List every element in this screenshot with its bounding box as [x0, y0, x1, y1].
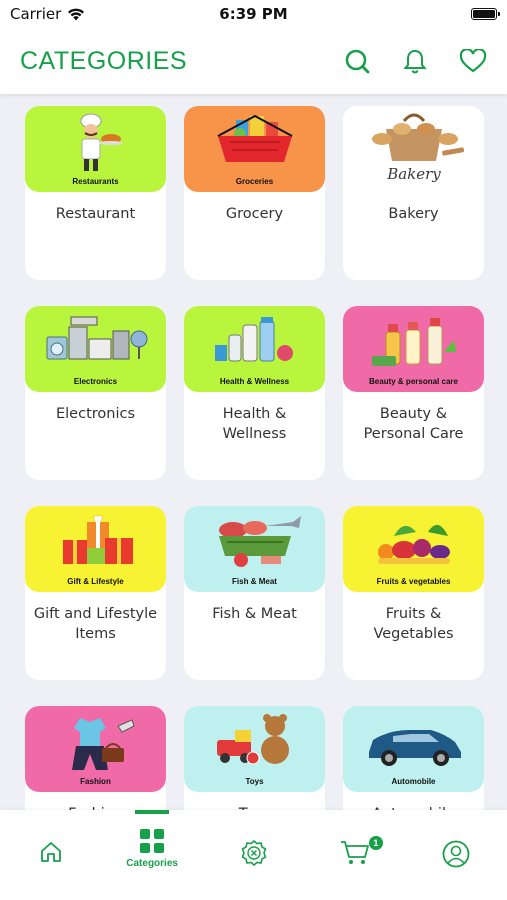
wifi-icon — [68, 8, 85, 20]
category-label: Toys — [184, 792, 325, 810]
beauty-products-illustration — [343, 306, 484, 380]
profile-icon — [442, 840, 470, 868]
fish-meat-illustration — [184, 506, 325, 580]
home-icon — [40, 842, 61, 862]
app-header: CATEGORIES — [0, 28, 507, 94]
battery-icon — [471, 8, 500, 20]
banner-caption: Fish & Meat — [232, 577, 277, 586]
category-card-toys[interactable]: Toys Toys — [184, 706, 325, 810]
page-title: CATEGORIES — [20, 46, 188, 75]
banner-caption: Toys — [245, 777, 264, 786]
search-icon[interactable] — [343, 47, 371, 75]
category-label: Bakery — [388, 206, 439, 222]
category-banner: Automobile — [343, 706, 484, 792]
category-label: Fashion — [25, 792, 166, 810]
fruits-vegetables-illustration — [343, 506, 484, 580]
category-banner: Groceries — [184, 106, 325, 192]
fashion-illustration — [25, 706, 166, 780]
category-grid: Restaurants Restaurant Groceries Grocery… — [25, 106, 484, 810]
carrier-label: Carrier — [10, 5, 62, 23]
bakery-logo-text: Bakery — [386, 165, 441, 183]
banner-caption: Groceries — [235, 177, 274, 186]
banner-caption: Gift & Lifestyle — [67, 577, 124, 586]
category-label: Gift and Lifestyle Items — [33, 606, 158, 642]
bottom-navigation: Categories 1 — [0, 810, 507, 900]
category-banner: Fruits & vegetables — [343, 506, 484, 592]
category-label: Automobile — [343, 792, 484, 810]
chef-illustration — [25, 106, 166, 180]
cart-icon — [340, 841, 369, 864]
car-illustration — [343, 706, 484, 780]
category-card-grocery[interactable]: Groceries Grocery — [184, 106, 325, 280]
category-banner: Bakery — [343, 106, 484, 192]
category-label: Fish & Meat — [212, 606, 297, 622]
status-time: 6:39 PM — [219, 5, 288, 23]
nav-home[interactable] — [0, 810, 101, 900]
category-label: Restaurant — [55, 206, 136, 222]
offer-badge-icon — [241, 840, 267, 866]
category-card-gift-lifestyle[interactable]: Gift & Lifestyle Gift and Lifestyle Item… — [25, 506, 166, 680]
category-banner: Fashion — [25, 706, 166, 792]
bakery-logo: Bakery — [343, 106, 484, 192]
banner-caption: Health & Wellness — [219, 377, 290, 386]
toys-illustration — [184, 706, 325, 780]
health-products-illustration — [184, 306, 325, 380]
nav-offers[interactable] — [203, 810, 304, 900]
category-banner: Toys — [184, 706, 325, 792]
grocery-basket-illustration — [184, 106, 325, 180]
nav-cart[interactable]: 1 — [304, 810, 405, 900]
bell-icon[interactable] — [401, 47, 429, 75]
category-card-bakery[interactable]: Bakery Bakery — [343, 106, 484, 280]
banner-caption: Restaurants — [72, 177, 119, 186]
category-card-fruits-vegetables[interactable]: Fruits & vegetables Fruits & Vegetables — [343, 506, 484, 680]
banner-caption: Fruits & vegetables — [376, 577, 451, 586]
banner-caption: Automobile — [391, 777, 436, 786]
cart-count-badge: 1 — [368, 836, 383, 850]
gift-boxes-illustration — [25, 506, 166, 580]
category-banner: Gift & Lifestyle — [25, 506, 166, 592]
category-card-electronics[interactable]: Electronics Electronics — [25, 306, 166, 480]
category-banner: Electronics — [25, 306, 166, 392]
category-banner: Beauty & personal care — [343, 306, 484, 392]
appliances-illustration — [25, 306, 166, 380]
category-card-restaurant[interactable]: Restaurants Restaurant — [25, 106, 166, 280]
category-card-automobile[interactable]: Automobile Automobile — [343, 706, 484, 810]
banner-caption: Beauty & personal care — [369, 377, 458, 386]
categories-grid-icon — [140, 829, 165, 853]
category-card-health-wellness[interactable]: Health & Wellness Health & Wellness — [184, 306, 325, 480]
nav-profile[interactable] — [406, 810, 507, 900]
category-banner: Restaurants — [25, 106, 166, 192]
category-label: Grocery — [225, 206, 284, 222]
heart-icon[interactable] — [459, 47, 487, 75]
category-label: Beauty & Personal Care — [363, 406, 464, 442]
status-bar: Carrier 6:39 PM — [0, 0, 507, 28]
banner-caption: Electronics — [73, 377, 118, 386]
category-banner: Fish & Meat — [184, 506, 325, 592]
banner-caption: Fashion — [80, 777, 111, 786]
category-label: Electronics — [55, 406, 136, 422]
nav-categories[interactable]: Categories — [101, 810, 202, 900]
active-tab-indicator — [135, 810, 170, 814]
category-card-beauty-personal-care[interactable]: Beauty & personal care Beauty & Personal… — [343, 306, 484, 480]
category-label: Health & Wellness — [222, 406, 287, 442]
category-banner: Health & Wellness — [184, 306, 325, 392]
category-card-fashion[interactable]: Fashion Fashion — [25, 706, 166, 810]
category-card-fish-meat[interactable]: Fish & Meat Fish & Meat — [184, 506, 325, 680]
category-grid-container[interactable]: Restaurants Restaurant Groceries Grocery… — [0, 94, 507, 810]
category-label: Fruits & Vegetables — [373, 606, 454, 642]
nav-categories-label: Categories — [126, 858, 178, 869]
